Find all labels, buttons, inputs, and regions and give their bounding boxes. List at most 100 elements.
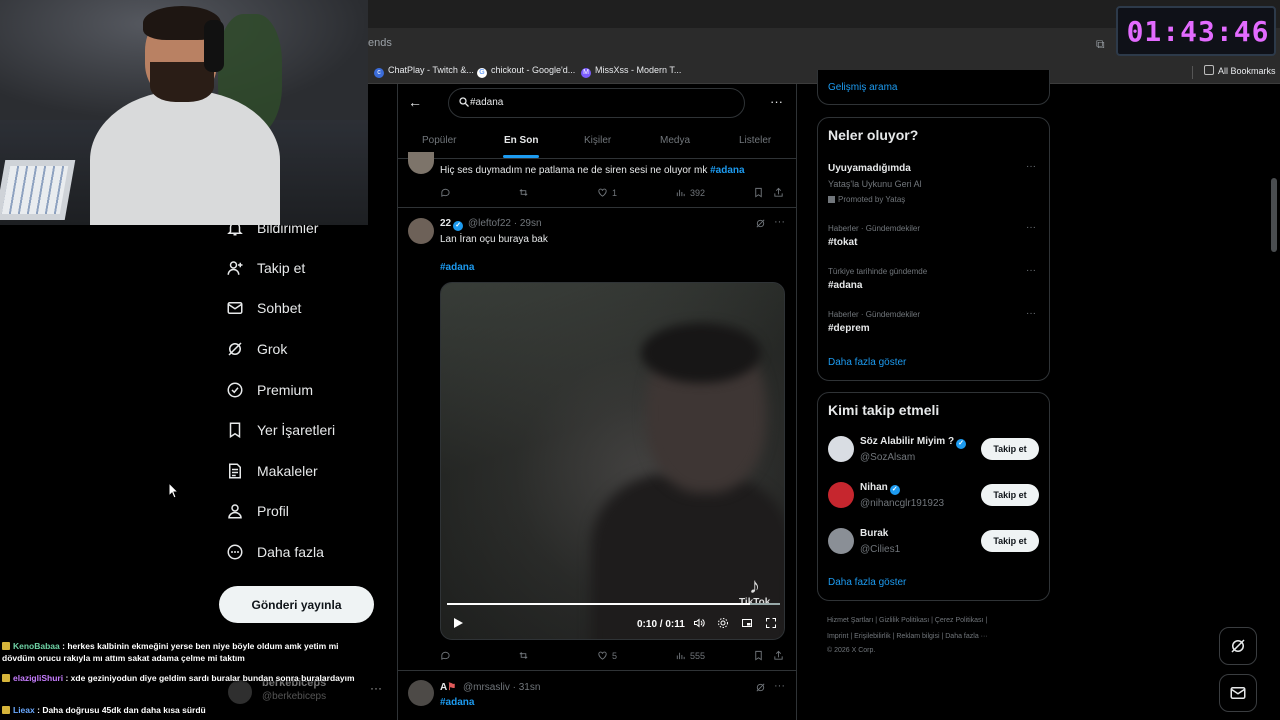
- tweet-avatar[interactable]: [408, 680, 434, 706]
- views-button[interactable]: 392: [675, 187, 705, 198]
- volume-icon[interactable]: [693, 617, 705, 629]
- tiktok-icon: ♪: [749, 573, 761, 598]
- like-button[interactable]: 5: [597, 650, 617, 661]
- trend-name[interactable]: Uyuyamadığımda: [828, 163, 911, 174]
- nav-item-profile[interactable]: Profil: [226, 496, 289, 526]
- advanced-search-link[interactable]: Gelişmiş arama: [828, 82, 897, 93]
- tweet-more-icon[interactable]: ···: [774, 680, 785, 692]
- reply-button[interactable]: [440, 650, 455, 661]
- tab-popular[interactable]: Popüler: [422, 135, 456, 146]
- tweet-handle[interactable]: @leftof22 · 29sn: [468, 218, 542, 229]
- trend-name[interactable]: #deprem: [828, 323, 870, 334]
- follow-button[interactable]: Takip et: [981, 438, 1039, 460]
- tab-media[interactable]: Medya: [660, 135, 690, 146]
- tweet-author[interactable]: A⚑: [440, 682, 456, 693]
- suggested-avatar[interactable]: [828, 482, 854, 508]
- like-button[interactable]: 1: [597, 187, 617, 198]
- settings-icon[interactable]: [717, 617, 729, 629]
- trend-name[interactable]: #adana: [828, 280, 862, 291]
- all-bookmarks[interactable]: All Bookmarks: [1204, 65, 1276, 76]
- nav-item-articles[interactable]: Makaleler: [226, 456, 318, 486]
- reply-icon: [441, 651, 450, 660]
- tweet-avatar[interactable]: [408, 218, 434, 244]
- play-icon[interactable]: [452, 617, 464, 629]
- divider: [397, 207, 797, 208]
- who-to-follow-show-more[interactable]: Daha fazla göster: [828, 577, 906, 588]
- more-options-icon[interactable]: ···: [770, 94, 783, 109]
- screen-cast-icon[interactable]: ⧉: [1096, 37, 1105, 52]
- webcam-headset: [204, 20, 224, 72]
- messages-float-button[interactable]: [1219, 674, 1257, 712]
- share-button[interactable]: [773, 650, 788, 661]
- grok-explain-icon[interactable]: [755, 218, 770, 229]
- follow-button[interactable]: Takip et: [981, 484, 1039, 506]
- divider: [397, 158, 797, 159]
- chat-badge-icon: [2, 706, 10, 714]
- tweet-author[interactable]: 22 ✓: [440, 218, 464, 231]
- add-user-icon: [227, 261, 243, 275]
- hashtag-link[interactable]: #adana: [440, 697, 474, 708]
- trend-more-icon[interactable]: ···: [1026, 308, 1036, 319]
- chat-user: elazigliShuri: [13, 673, 64, 683]
- grok-explain-icon[interactable]: [755, 682, 770, 693]
- suggested-avatar[interactable]: [828, 528, 854, 554]
- bookmark-chickout[interactable]: Gchickout - Google'd...: [477, 65, 575, 78]
- premium-icon: [227, 382, 243, 398]
- nav-item-bookmarks[interactable]: Yer İşaretleri: [226, 415, 335, 445]
- nav-label: Grok: [257, 341, 288, 357]
- follow-button[interactable]: Takip et: [981, 530, 1039, 552]
- views-button[interactable]: 555: [675, 650, 705, 661]
- tab-latest[interactable]: En Son: [504, 135, 538, 146]
- fullscreen-icon[interactable]: [765, 617, 777, 629]
- suggested-avatar[interactable]: [828, 436, 854, 462]
- nav-item-chat[interactable]: Sohbet: [226, 293, 301, 323]
- nav-label: Takip et: [257, 260, 306, 276]
- video-progress-bar[interactable]: [447, 603, 780, 605]
- suggested-handle: @Cilies1: [860, 544, 901, 555]
- account-more-icon[interactable]: ···: [370, 681, 382, 695]
- reply-button[interactable]: [440, 187, 455, 198]
- tweet-more-icon[interactable]: ···: [774, 216, 785, 228]
- more-circle-icon: [227, 544, 243, 560]
- trend-more-icon[interactable]: ···: [1026, 161, 1036, 172]
- trend-name[interactable]: #tokat: [828, 237, 857, 248]
- back-arrow-icon[interactable]: ←: [408, 94, 422, 110]
- hashtag-link[interactable]: #adana: [440, 262, 474, 273]
- search-value[interactable]: #adana: [470, 97, 503, 108]
- repost-button[interactable]: [518, 650, 533, 661]
- video-player[interactable]: ♪TikTok 0:10 / 0:11: [440, 282, 785, 640]
- nav-item-follow[interactable]: Takip et: [226, 253, 305, 283]
- suggested-name[interactable]: Burak: [860, 528, 888, 539]
- chat-badge-icon: [2, 642, 10, 650]
- trend-more-icon[interactable]: ···: [1026, 265, 1036, 276]
- post-button[interactable]: Gönderi yayınla: [219, 586, 374, 623]
- bookmark-missxss[interactable]: M MissXss - Modern T...: [581, 65, 681, 78]
- share-button[interactable]: [773, 187, 788, 198]
- footer-links[interactable]: Hizmet Şartları | Gizlilik Politikası | …: [827, 617, 987, 624]
- footer-links[interactable]: Imprint | Erişilebilirlik | Reklam bilgi…: [827, 633, 988, 640]
- tab-lists[interactable]: Listeler: [739, 135, 771, 146]
- promoted-label: Promoted by Yataş: [828, 195, 905, 204]
- hashtag-link[interactable]: #adana: [710, 165, 744, 176]
- url-text[interactable]: ends: [368, 37, 392, 49]
- screen: ends ⧉ c ChatPlay - Twitch &... Gchickout…: [0, 0, 1280, 720]
- tab-people[interactable]: Kişiler: [584, 135, 611, 146]
- nav-item-premium[interactable]: Premium: [226, 375, 313, 405]
- nav-item-grok[interactable]: Grok: [226, 334, 287, 364]
- grok-float-button[interactable]: [1219, 627, 1257, 665]
- bookmark-chatplay[interactable]: c ChatPlay - Twitch &...: [374, 65, 474, 78]
- suggested-name[interactable]: Söz Alabilir Miyim ? ✓: [860, 436, 967, 449]
- repost-button[interactable]: [518, 187, 533, 198]
- page-scrollbar[interactable]: [1271, 178, 1277, 252]
- tweet-handle[interactable]: @mrsasliv · 31sn: [463, 682, 540, 693]
- nav-item-more[interactable]: Daha fazla: [226, 537, 324, 567]
- nav-label: Sohbet: [257, 300, 302, 316]
- suggested-name[interactable]: Nihan ✓: [860, 482, 900, 495]
- trend-more-icon[interactable]: ···: [1026, 222, 1036, 233]
- account-handle: @berkebiceps: [262, 691, 327, 702]
- pip-icon[interactable]: [741, 617, 753, 629]
- bookmark-button[interactable]: [753, 187, 768, 198]
- trends-show-more[interactable]: Daha fazla göster: [828, 357, 906, 368]
- bookmark-button[interactable]: [753, 650, 768, 661]
- grok-icon: [228, 342, 242, 356]
